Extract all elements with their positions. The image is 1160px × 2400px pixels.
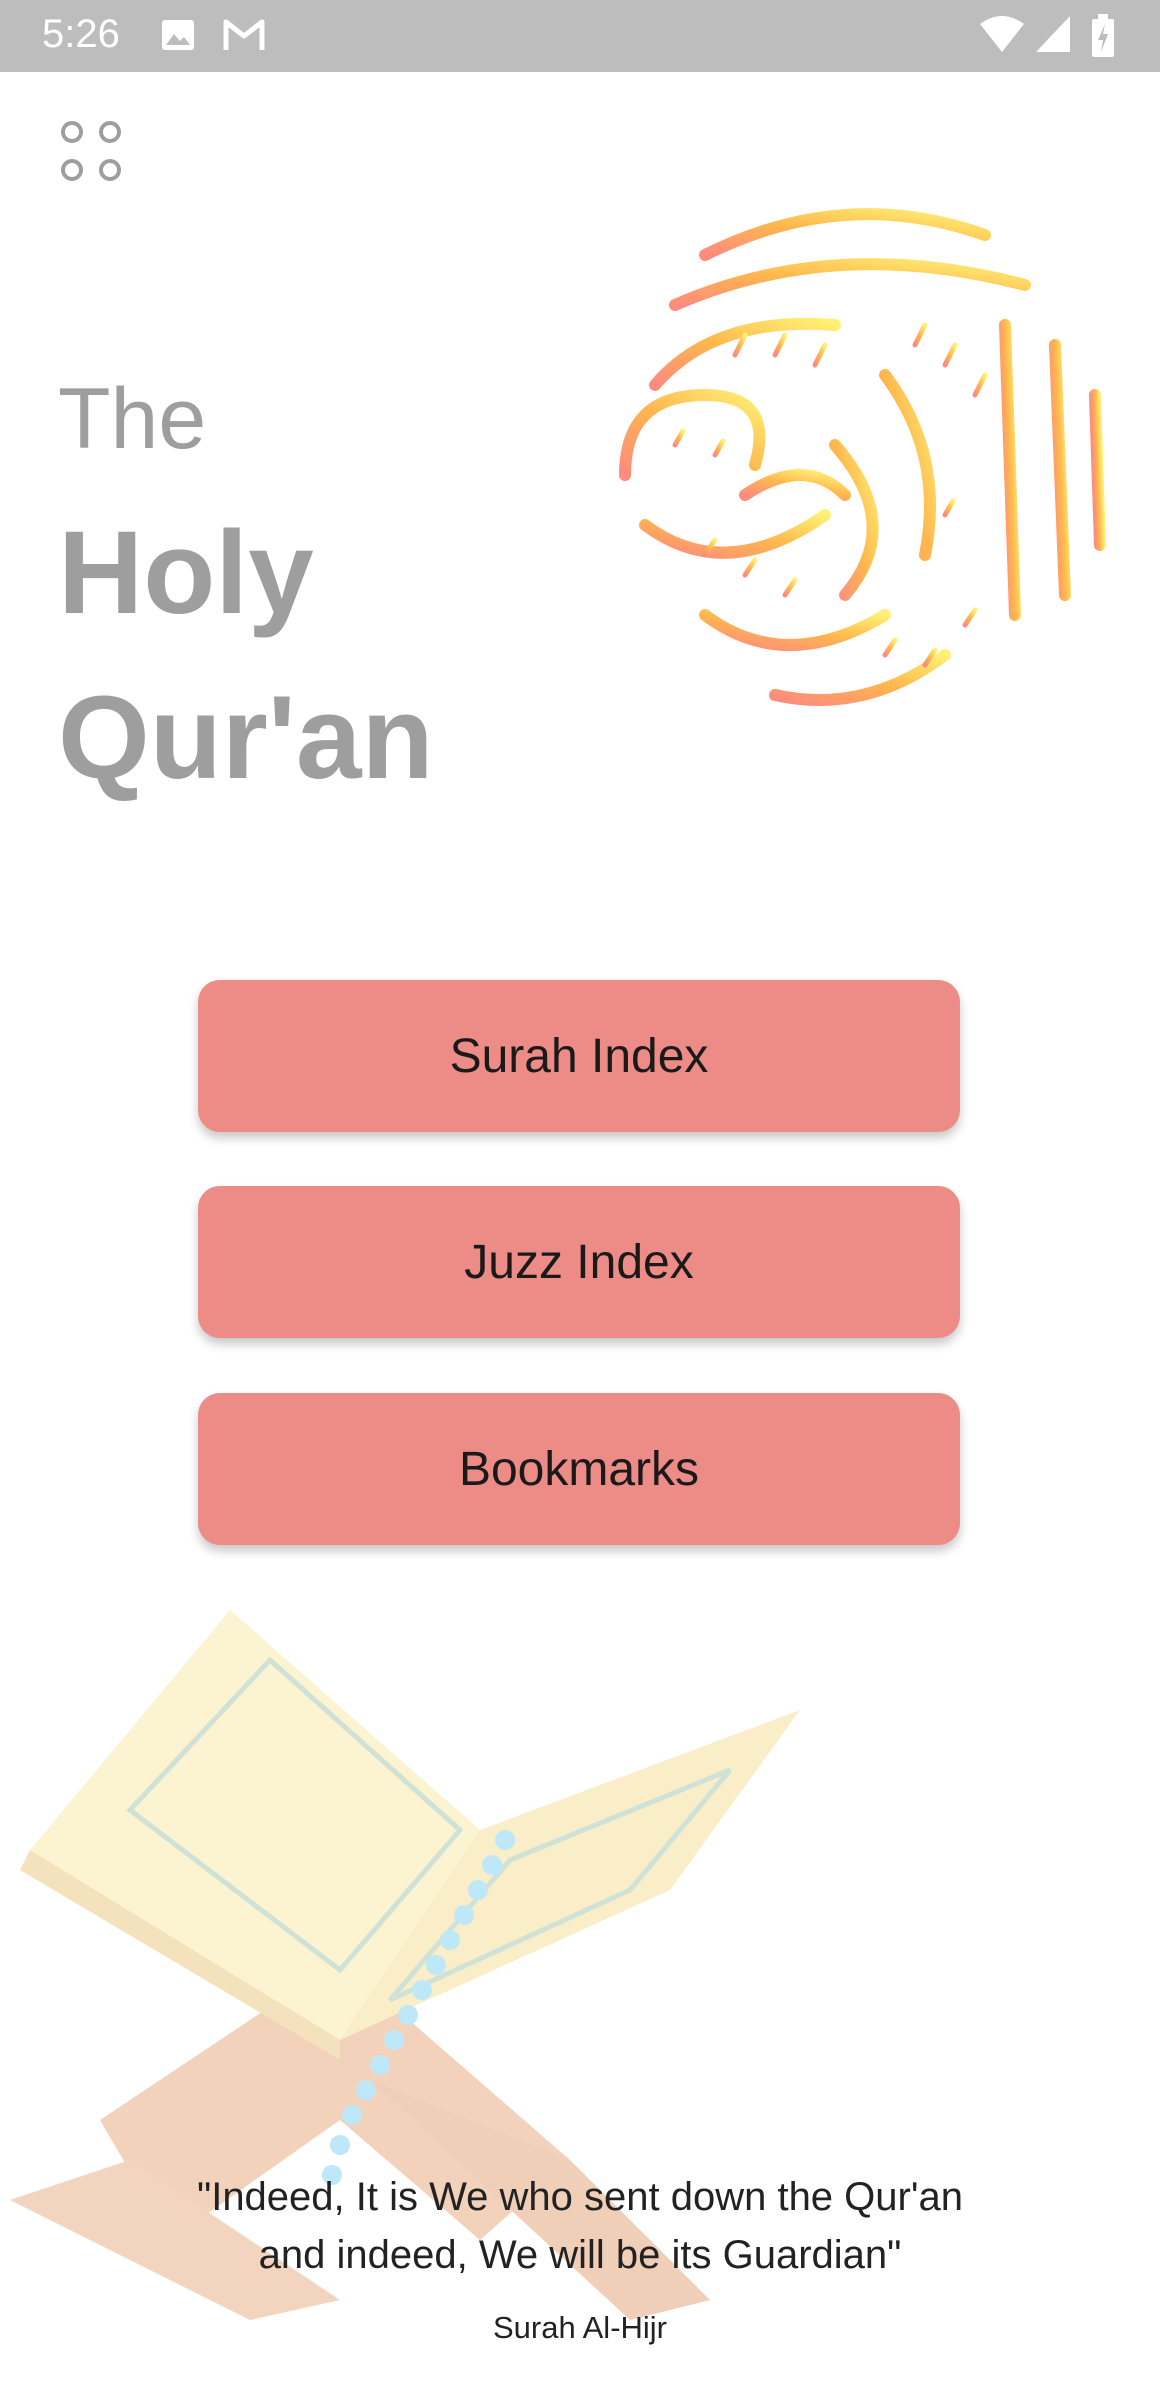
signal-icon: [1036, 16, 1070, 52]
quote-line-1: "Indeed, It is We who sent down the Qur'…: [197, 2175, 963, 2219]
bookmarks-button[interactable]: Bookmarks: [198, 1393, 960, 1545]
wifi-icon: [980, 16, 1024, 52]
menu-grid-icon[interactable]: [58, 118, 128, 188]
gmail-icon: [223, 19, 265, 50]
image-icon: [162, 20, 194, 50]
title-quran: Qur'an: [58, 672, 434, 804]
status-time: 5:26: [42, 12, 120, 56]
surah-index-button[interactable]: Surah Index: [198, 980, 960, 1132]
quote-text: "Indeed, It is We who sent down the Qur'…: [0, 2168, 1160, 2284]
quote-source: Surah Al-Hijr: [493, 2310, 667, 2345]
battery-icon: [1092, 14, 1114, 57]
quote-line-2: and indeed, We will be its Guardian": [258, 2233, 902, 2277]
title-the: The: [58, 371, 207, 467]
title-holy: Holy: [58, 507, 314, 639]
juzz-index-button[interactable]: Juzz Index: [198, 1186, 960, 1338]
quran-calligraphy-logo: [619, 208, 1106, 706]
status-bar: 5:26: [0, 0, 1160, 72]
